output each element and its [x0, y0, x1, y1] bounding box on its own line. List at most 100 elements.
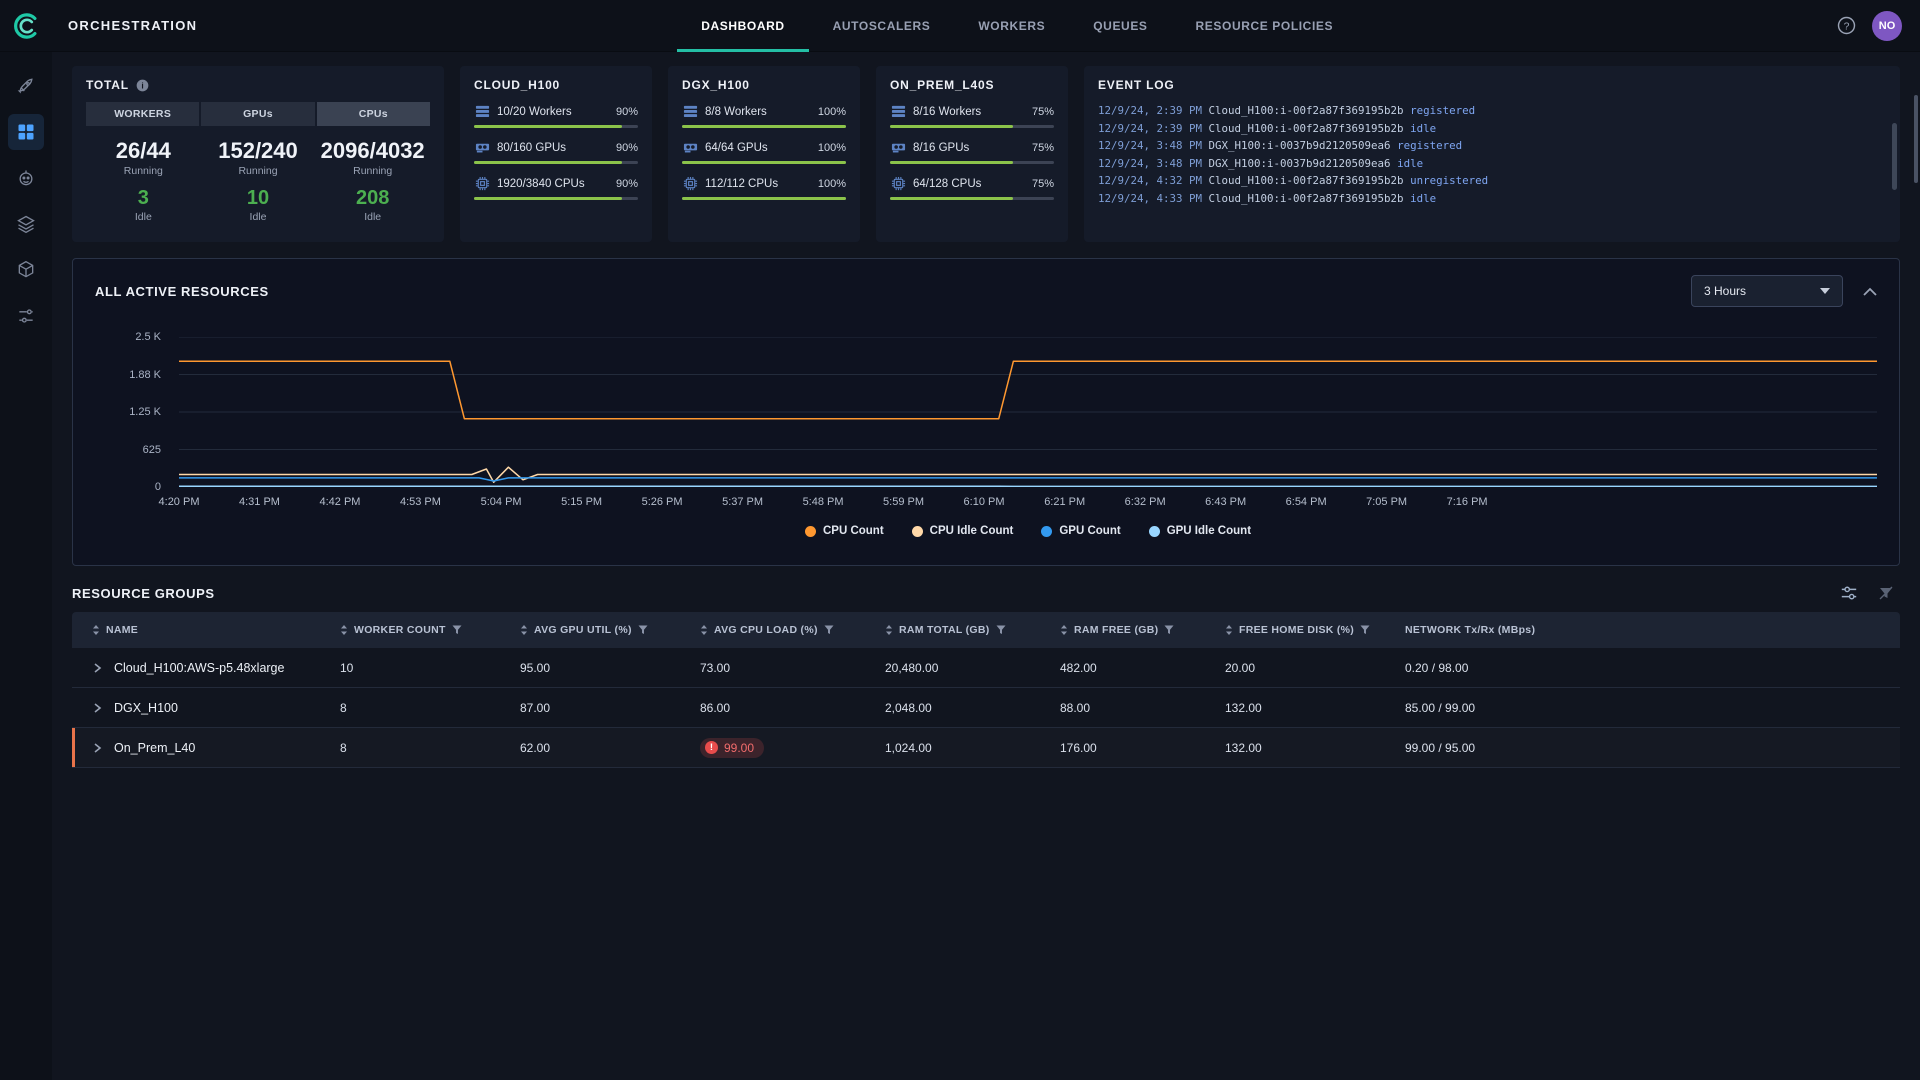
column-header-worker-count[interactable]: WORKER COUNT	[330, 624, 510, 636]
legend-item-cpu-idle-count[interactable]: CPU Idle Count	[912, 525, 1014, 537]
progress-bar	[682, 125, 846, 128]
column-header-name[interactable]: NAME	[72, 624, 330, 636]
scrollbar-thumb[interactable]	[1892, 123, 1897, 191]
cluster-title: DGX_H100	[682, 78, 750, 92]
cell-ram-total: 20,480.00	[875, 661, 1050, 675]
stat-percent: 90%	[616, 178, 638, 190]
workers-icon	[682, 104, 698, 119]
total-column-cpus: 2096/4032 Running 208 Idle	[315, 138, 430, 223]
x-tick-label: 5:04 PM	[481, 496, 522, 508]
info-icon[interactable]: i	[136, 79, 149, 92]
table-row-dgx-h100[interactable]: DGX_H100 8 87.00 86.00 2,048.00 88.00 13…	[72, 688, 1900, 728]
total-tab-gpus[interactable]: GPUs	[201, 102, 314, 126]
column-header-free-home-disk[interactable]: FREE HOME DISK (%)	[1215, 624, 1395, 636]
event-log-card: EVENT LOG 12/9/24, 2:39 PM Cloud_H100:i-…	[1084, 66, 1900, 242]
sidebar-item-launch[interactable]	[8, 68, 44, 104]
legend-dot	[805, 526, 816, 537]
legend-dot	[1041, 526, 1052, 537]
table-header: NAME WORKER COUNT AVG GPU UTIL (%) AVG C…	[72, 612, 1900, 648]
sort-icon[interactable]	[520, 624, 528, 636]
progress-bar	[890, 197, 1054, 200]
total-tab-cpus[interactable]: CPUs	[317, 102, 430, 126]
stat-label: 64/128 CPUs	[913, 178, 1025, 190]
tab-dashboard[interactable]: DASHBOARD	[677, 0, 808, 52]
table-row-cloud-h100-aws-p5-48xlarge[interactable]: Cloud_H100:AWS-p5.48xlarge 10 95.00 73.0…	[72, 648, 1900, 688]
expand-chevron-icon[interactable]	[92, 703, 102, 713]
stat-label: 8/16 Workers	[913, 106, 1025, 118]
sort-icon[interactable]	[885, 624, 893, 636]
x-tick-label: 7:05 PM	[1366, 496, 1407, 508]
stat-label: 8/16 GPUs	[913, 142, 1025, 154]
expand-chevron-icon[interactable]	[92, 663, 102, 673]
column-label: WORKER COUNT	[354, 624, 446, 636]
log-entry: 12/9/24, 3:48 PM DGX_H100:i-0037b9d21205…	[1098, 155, 1886, 173]
column-header-network-tx-rx-mbps[interactable]: NETWORK Tx/Rx (MBps)	[1395, 624, 1900, 636]
legend-item-cpu-count[interactable]: CPU Count	[805, 525, 884, 537]
table-row-on-prem-l40[interactable]: On_Prem_L40 8 62.00 !99.00 1,024.00 176.…	[72, 728, 1900, 768]
filter-icon[interactable]	[638, 625, 648, 635]
filter-icon[interactable]	[996, 625, 1006, 635]
stat-percent: 75%	[1032, 178, 1054, 190]
cpu-load-alert-badge: !99.00	[700, 738, 764, 758]
topbar: ORCHESTRATION DASHBOARDAUTOSCALERSWORKER…	[0, 0, 1920, 52]
expand-chevron-icon[interactable]	[92, 743, 102, 753]
idle-count: 208	[315, 187, 430, 210]
collapse-panel-button[interactable]	[1863, 287, 1877, 296]
event-log-list[interactable]: 12/9/24, 2:39 PM Cloud_H100:i-00f2a87f36…	[1098, 102, 1886, 207]
x-tick-label: 7:16 PM	[1447, 496, 1488, 508]
column-settings-button[interactable]	[1840, 584, 1858, 602]
column-header-ram-total-gb[interactable]: RAM TOTAL (GB)	[875, 624, 1050, 636]
log-entry: 12/9/24, 3:48 PM DGX_H100:i-0037b9d21205…	[1098, 137, 1886, 155]
legend-item-gpu-count[interactable]: GPU Count	[1041, 525, 1120, 537]
page-scrollbar[interactable]	[1914, 95, 1918, 183]
sidebar-item-workers[interactable]	[8, 160, 44, 196]
y-axis-labels: 06251.25 K1.88 K2.5 K	[95, 337, 169, 487]
sidebar-item-queues[interactable]	[8, 206, 44, 242]
cell-worker-count: 10	[330, 661, 510, 675]
cluster-stat-row: 8/16 Workers 75%	[890, 104, 1054, 119]
column-header-avg-gpu-util[interactable]: AVG GPU UTIL (%)	[510, 624, 690, 636]
sort-icon[interactable]	[340, 624, 348, 636]
x-tick-label: 6:54 PM	[1286, 496, 1327, 508]
sliders-icon	[1840, 584, 1858, 602]
time-range-select[interactable]: 3 Hours	[1691, 275, 1843, 307]
tab-autoscalers[interactable]: AUTOSCALERS	[809, 0, 955, 52]
tab-queues[interactable]: QUEUES	[1069, 0, 1171, 52]
cluster-stat-row: 8/8 Workers 100%	[682, 104, 846, 119]
cluster-title: ON_PREM_L40S	[890, 78, 994, 92]
filter-icon[interactable]	[452, 625, 462, 635]
sort-icon[interactable]	[1225, 624, 1233, 636]
cell-avg-gpu-util: 95.00	[510, 661, 690, 675]
column-header-avg-cpu-load[interactable]: AVG CPU LOAD (%)	[690, 624, 875, 636]
sidebar-item-resources[interactable]	[8, 252, 44, 288]
svg-text:?: ?	[1844, 21, 1850, 32]
sort-icon[interactable]	[1060, 624, 1068, 636]
filter-icon[interactable]	[824, 625, 834, 635]
filter-icon[interactable]	[1360, 625, 1370, 635]
avatar[interactable]: NO	[1872, 11, 1902, 41]
chart-plot[interactable]	[179, 337, 1877, 487]
event-log-scrollbar[interactable]	[1892, 102, 1897, 232]
filter-icon[interactable]	[1164, 625, 1174, 635]
app-logo[interactable]	[0, 10, 52, 42]
help-icon[interactable]: ?	[1837, 16, 1856, 35]
sidebar-item-dashboard[interactable]	[8, 114, 44, 150]
cell-free-home-disk: 132.00	[1215, 741, 1395, 755]
tab-workers[interactable]: WORKERS	[954, 0, 1069, 52]
tab-resource-policies[interactable]: RESOURCE POLICIES	[1172, 0, 1358, 52]
resource-group-name: Cloud_H100:AWS-p5.48xlarge	[114, 661, 284, 675]
progress-bar	[474, 125, 638, 128]
cell-avg-cpu-load: !99.00	[690, 738, 875, 758]
clear-filters-button[interactable]	[1878, 585, 1894, 601]
legend-item-gpu-idle-count[interactable]: GPU Idle Count	[1149, 525, 1251, 537]
cell-ram-total: 2,048.00	[875, 701, 1050, 715]
sort-icon[interactable]	[700, 624, 708, 636]
y-tick-label: 625	[143, 444, 161, 456]
column-header-ram-free-gb[interactable]: RAM FREE (GB)	[1050, 624, 1215, 636]
total-tab-workers[interactable]: WORKERS	[86, 102, 199, 126]
sidebar-rail	[0, 52, 52, 1080]
stat-percent: 75%	[1032, 106, 1054, 118]
stat-label: 112/112 CPUs	[705, 178, 811, 190]
sort-icon[interactable]	[92, 624, 100, 636]
sidebar-item-pipelines[interactable]	[8, 298, 44, 334]
